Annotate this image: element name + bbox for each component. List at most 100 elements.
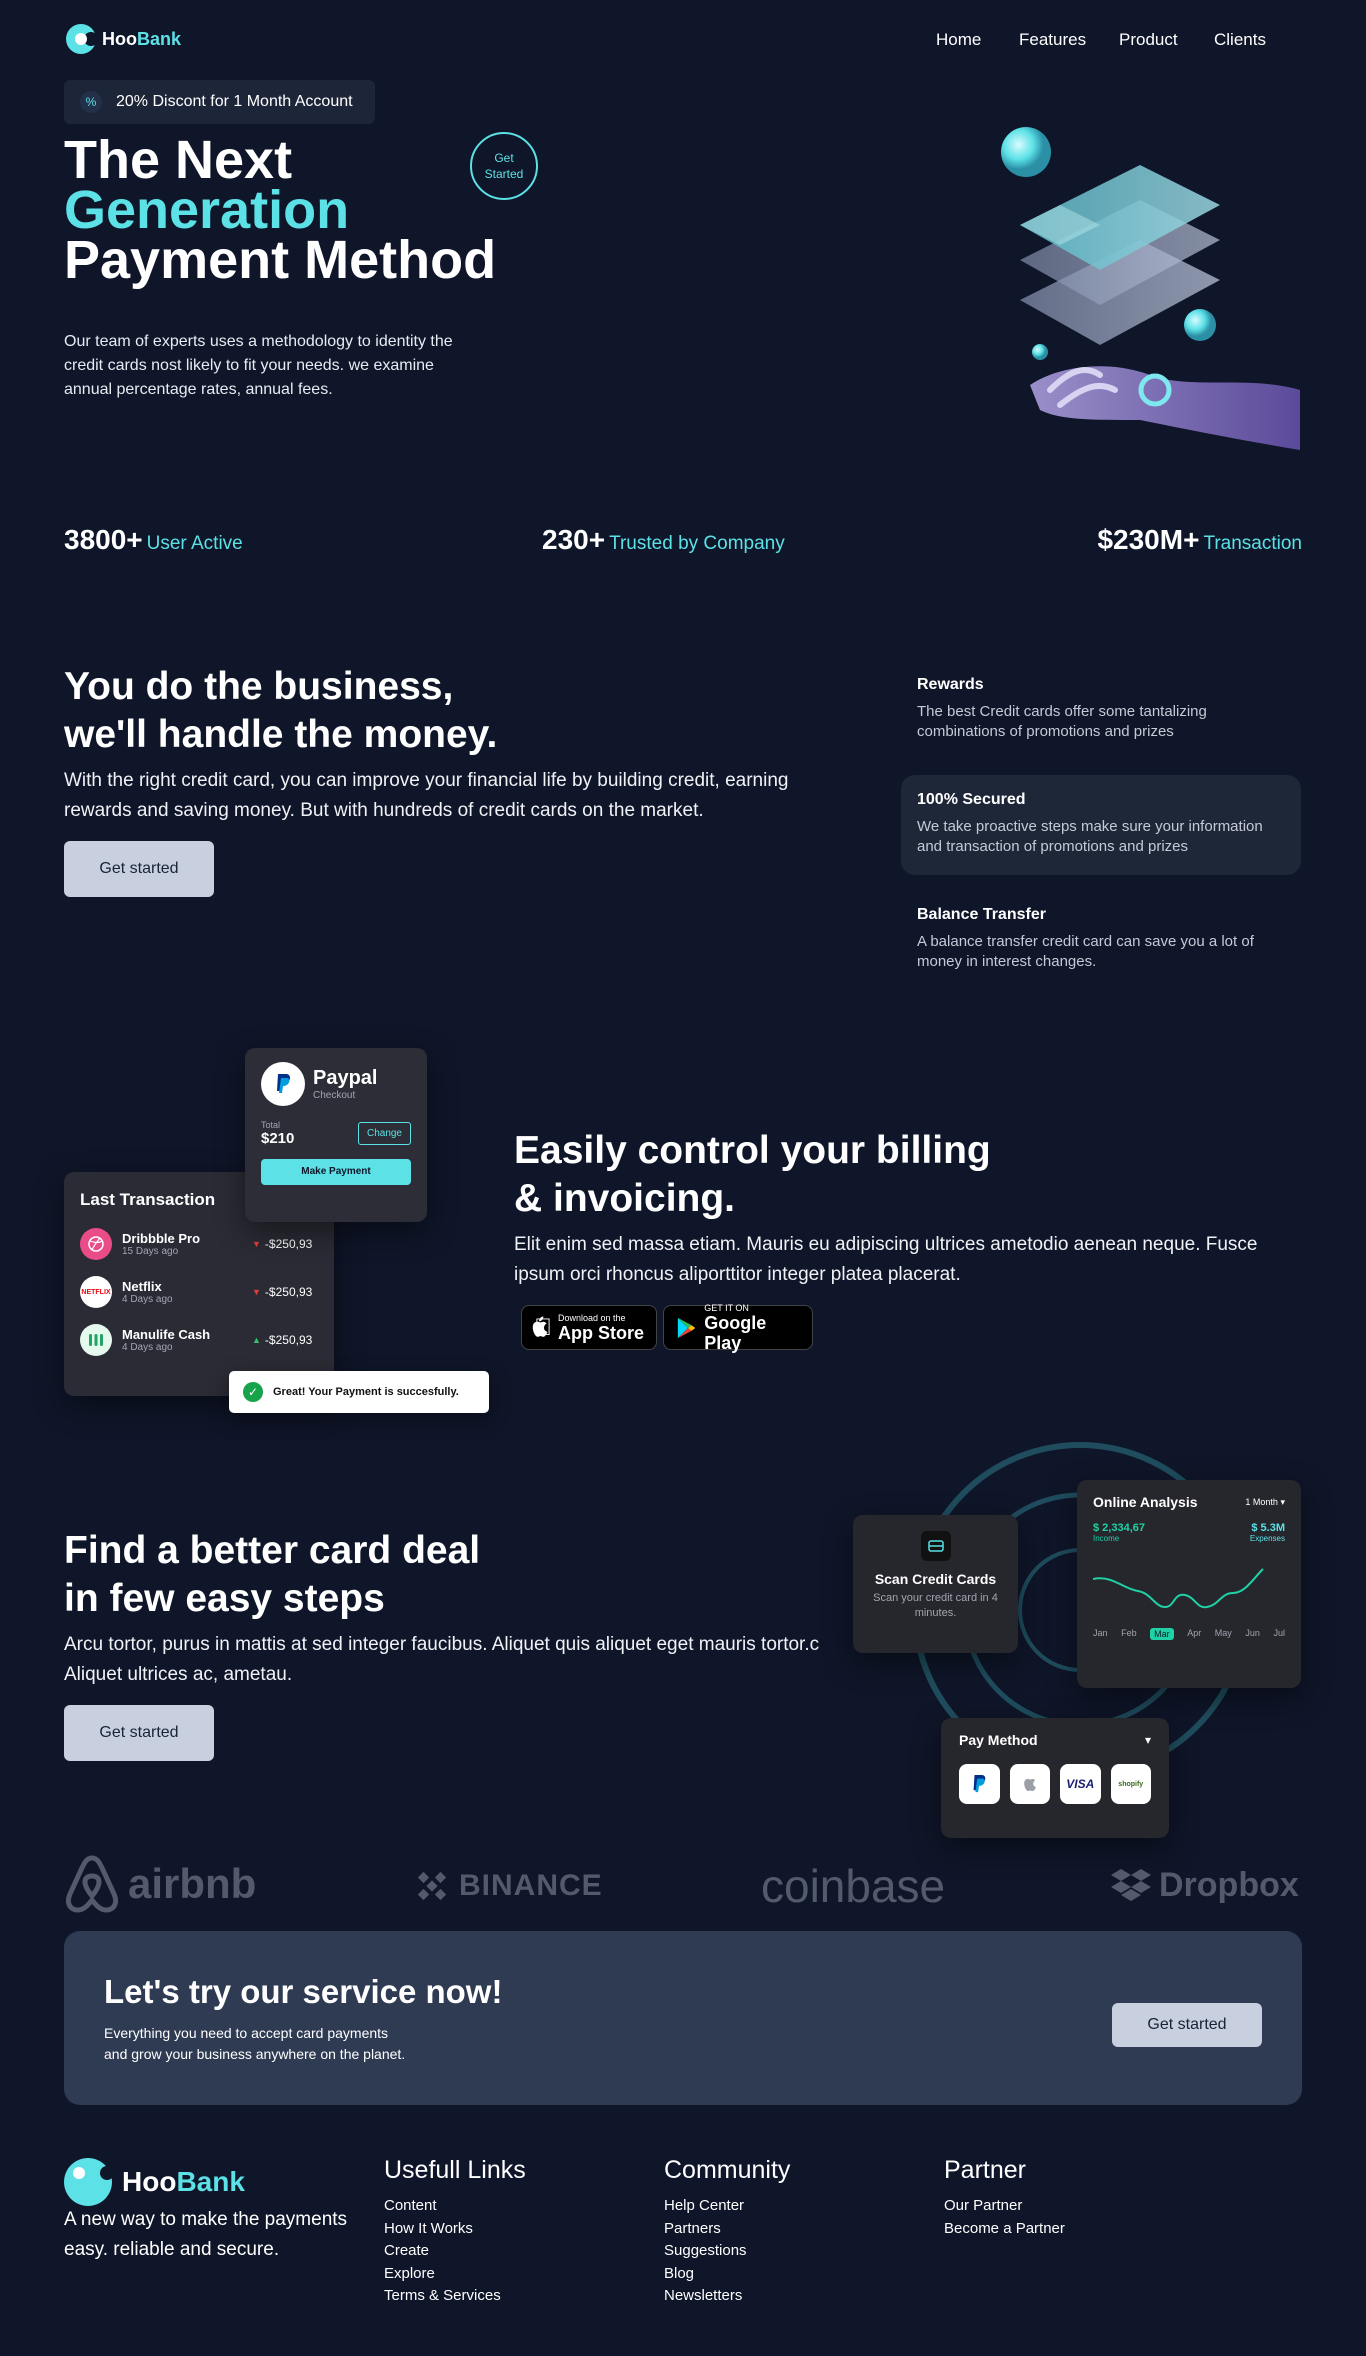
stat-users: 3800+ User Active	[64, 524, 243, 556]
get-started-circle-button[interactable]: Get Started	[470, 132, 538, 200]
footer-logo[interactable]: HooBank	[64, 2158, 245, 2206]
transaction-row: Dribbble Pro 15 Days ago ▼ -$250,93	[80, 1228, 318, 1260]
tx-name: Dribbble Pro	[122, 1231, 201, 1246]
footer-link-our-partner[interactable]: Our Partner	[944, 2195, 1065, 2218]
scan-title: Scan Credit Cards	[874, 1571, 997, 1587]
footer-link-content[interactable]: Content	[384, 2195, 526, 2218]
footer-tagline-line1: A new way to make the payments	[64, 2209, 348, 2230]
make-payment-button[interactable]: Make Payment	[261, 1159, 411, 1185]
paypal-method-icon[interactable]	[959, 1764, 1000, 1804]
app-store-big: App Store	[540, 1322, 644, 1343]
paypal-subtitle: Checkout	[313, 1090, 356, 1101]
logo-icon	[66, 24, 98, 54]
nav-features[interactable]: Features	[1019, 30, 1086, 50]
get-started-line1: Get	[494, 151, 514, 165]
dribbble-icon	[80, 1228, 112, 1260]
cta-get-started-button[interactable]: Get started	[1112, 2003, 1262, 2047]
paypal-icon	[261, 1062, 305, 1106]
transaction-row: NETFLIX Netflix 4 Days ago ▼ -$250,93	[80, 1276, 318, 1308]
change-button[interactable]: Change	[357, 1122, 411, 1145]
footer-link-help-center[interactable]: Help Center	[664, 2195, 790, 2218]
nav-product[interactable]: Product	[1119, 30, 1178, 50]
footer-link-create[interactable]: Create	[384, 2240, 526, 2263]
deal-title-line2: in few easy steps	[64, 1577, 385, 1620]
footer-link-suggestions[interactable]: Suggestions	[664, 2240, 790, 2263]
brand-coinbase-text: coinbase	[761, 1860, 946, 1912]
footer-link-partners[interactable]: Partners	[664, 2218, 790, 2241]
chevron-down-icon: ▾	[1280, 1496, 1285, 1507]
footer-link-blog[interactable]: Blog	[664, 2263, 790, 2286]
nav-home[interactable]: Home	[936, 30, 981, 50]
billing-title: Easily control your billing & invoicing.	[514, 1127, 991, 1223]
deal-description: Arcu tortor, purus in mattis at sed inte…	[64, 1634, 820, 1685]
month-label[interactable]: Apr	[1187, 1628, 1201, 1640]
billing-description: Elit enim sed massa etiam. Mauris eu adi…	[514, 1234, 1258, 1285]
income-label: Income	[1093, 1534, 1120, 1543]
feature-text: The best Credit cards offer some tantali…	[917, 703, 1207, 740]
feature-text: A balance transfer credit card can save …	[917, 933, 1254, 970]
month-label[interactable]: Jan	[1093, 1628, 1108, 1640]
month-label[interactable]: Feb	[1121, 1628, 1137, 1640]
apple-pay-icon[interactable]	[1009, 1764, 1050, 1804]
business-get-started-button[interactable]: Get started	[64, 841, 214, 897]
discount-icon: %	[80, 91, 102, 113]
footer-link-terms[interactable]: Terms & Services	[384, 2285, 526, 2308]
tx-name: Netflix	[122, 1279, 162, 1294]
month-label[interactable]: May	[1215, 1628, 1232, 1640]
deal-title-line1: Find a better card deal	[64, 1529, 481, 1572]
month-label[interactable]: Jun	[1245, 1628, 1260, 1640]
scan-icon	[920, 1531, 951, 1561]
tx-name: Manulife Cash	[122, 1327, 211, 1342]
footer-link-explore[interactable]: Explore	[384, 2263, 526, 2286]
airbnb-icon	[65, 1855, 119, 1913]
footer-link-become-partner[interactable]: Become a Partner	[944, 2218, 1065, 2241]
logo-text-hoo: Hoo	[102, 28, 137, 49]
arrow-up-icon: ▲	[252, 1335, 261, 1345]
feature-secured: 100% Secured We take proactive steps mak…	[901, 775, 1301, 875]
stat-value: 230+	[542, 524, 606, 555]
app-store-button[interactable]:  Download on theApp Store	[521, 1305, 657, 1350]
google-play-big: Google Play	[704, 1312, 767, 1353]
tx-amount: -$250,93	[264, 1333, 313, 1347]
google-play-icon	[677, 1317, 696, 1338]
stat-transactions: $230M+ Transaction	[1097, 524, 1302, 556]
logo[interactable]: HooBank	[66, 24, 181, 54]
transaction-row: Manulife Cash 4 Days ago ▲ -$250,93	[80, 1324, 318, 1356]
month-label[interactable]: Jul	[1273, 1628, 1285, 1640]
month-label-active[interactable]: Mar	[1150, 1628, 1174, 1640]
feature-text: We take proactive steps make sure your i…	[917, 818, 1263, 855]
footer-link-newsletters[interactable]: Newsletters	[664, 2285, 790, 2308]
brand-binance: BINANCE	[413, 1866, 603, 1906]
visa-icon[interactable]: VISA	[1060, 1764, 1101, 1804]
google-play-small: GET IT ON	[704, 1302, 749, 1313]
footer-logo-hoo: Hoo	[122, 2166, 177, 2197]
toast-text: Great! Your Payment is succesfully.	[273, 1386, 459, 1398]
stat-companies: 230+ Trusted by Company	[542, 524, 785, 556]
deal-get-started-button[interactable]: Get started	[64, 1705, 214, 1761]
arrow-down-icon: ▼	[252, 1287, 261, 1297]
shopify-icon[interactable]: shopify	[1110, 1764, 1151, 1804]
hero-illustration	[1001, 127, 1300, 450]
manulife-icon	[80, 1324, 112, 1356]
hero-title-line3: Payment Method	[64, 230, 497, 290]
footer-link-how-it-works[interactable]: How It Works	[384, 2218, 526, 2241]
paypal-checkout-card: Paypal Checkout Total $210 Change Make Pay…	[245, 1048, 427, 1222]
cta-line1: Everything you need to accept card payme…	[104, 2025, 389, 2041]
payment-success-toast: ✓ Great! Your Payment is succesfully.	[229, 1371, 489, 1413]
feature-title: 100% Secured	[917, 791, 1026, 808]
chevron-down-icon[interactable]: ▾	[1145, 1733, 1151, 1747]
analysis-title: Online Analysis	[1093, 1494, 1198, 1510]
period-dropdown[interactable]: 1 Month ▾	[1245, 1497, 1285, 1508]
feature-balance-transfer: Balance Transfer A balance transfer cred…	[901, 890, 1301, 988]
cta-line2: and grow your business anywhere on the p…	[104, 2046, 406, 2062]
nav-clients[interactable]: Clients	[1214, 30, 1266, 50]
hero-description: Our team of experts uses a methodology t…	[64, 333, 453, 398]
analysis-sparkline	[1092, 1568, 1264, 1609]
dropbox-icon	[1111, 1869, 1151, 1901]
footer-col-partner: Partner Our Partner Become a Partner	[944, 2156, 1065, 2240]
discount-text: 20% Discont for 1 Month Account	[116, 93, 353, 110]
business-description: With the right credit card, you can impr…	[64, 770, 789, 821]
google-play-button[interactable]: GET IT ON Google Play	[663, 1302, 813, 1353]
billing-title-line1: Easily control your billing	[514, 1129, 991, 1172]
expense-value: $ 5.3M	[1251, 1522, 1285, 1534]
